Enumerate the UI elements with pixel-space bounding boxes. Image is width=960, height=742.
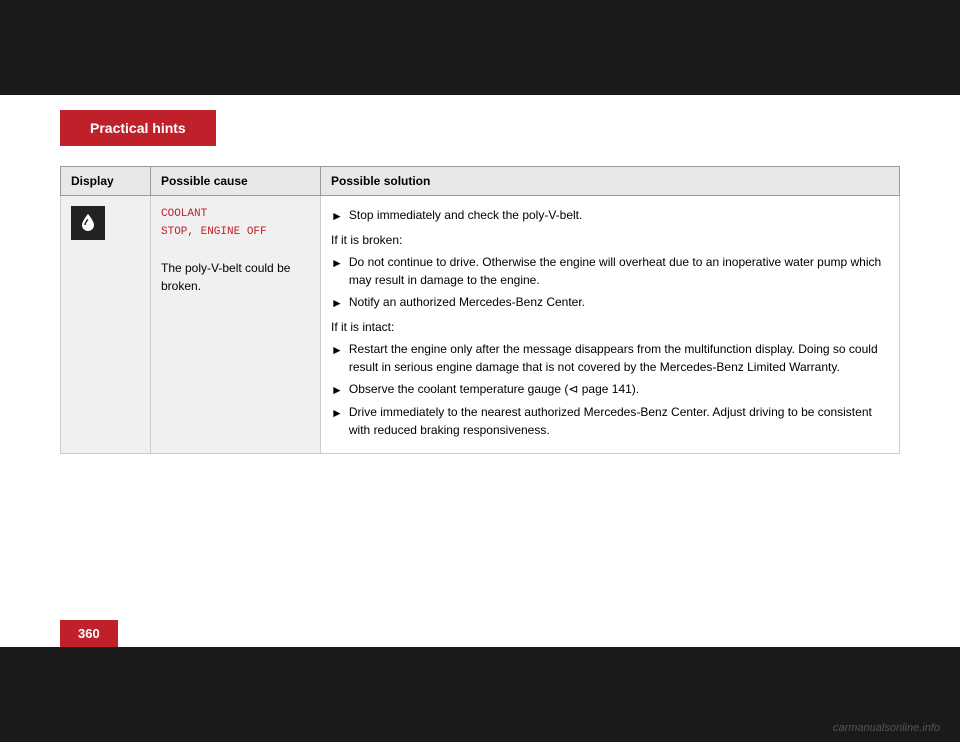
bottom-bar: carmanualsonline.info: [0, 647, 960, 742]
bullet-arrow-4: ►: [331, 294, 343, 312]
condition-broken: If it is broken:: [331, 231, 889, 249]
table-row: COOLANT STOP, ENGINE OFF The poly-V-belt…: [61, 196, 900, 454]
solution-text-7: Observe the coolant temperature gauge (⊲…: [349, 380, 889, 398]
condition-intact: If it is intact:: [331, 318, 889, 336]
col-cause: Possible cause: [151, 167, 321, 196]
main-table: Display Possible cause Possible solution: [60, 166, 900, 454]
coolant-icon-svg: [75, 210, 101, 236]
col-solution: Possible solution: [321, 167, 900, 196]
solution-item-8: ► Drive immediately to the nearest autho…: [331, 403, 889, 439]
section-header: Practical hints: [60, 110, 216, 146]
solution-text-6: Restart the engine only after the messag…: [349, 340, 889, 376]
solution-item-3: ► Do not continue to drive. Otherwise th…: [331, 253, 889, 289]
cause-text: The poly-V-belt could be broken.: [161, 261, 290, 293]
col-display: Display: [61, 167, 151, 196]
solution-item-7: ► Observe the coolant temperature gauge …: [331, 380, 889, 399]
bullet-arrow-3: ►: [331, 254, 343, 272]
page-number: 360: [78, 626, 100, 641]
solution-item-4: ► Notify an authorized Mercedes-Benz Cen…: [331, 293, 889, 312]
solution-text-1: Stop immediately and check the poly-V-be…: [349, 206, 889, 224]
bullet-arrow-1: ►: [331, 207, 343, 225]
table-header-row: Display Possible cause Possible solution: [61, 167, 900, 196]
coolant-warning-icon: [71, 206, 105, 240]
main-content: Practical hints Display Possible cause P…: [0, 95, 960, 647]
bullet-arrow-7: ►: [331, 381, 343, 399]
section-header-label: Practical hints: [90, 120, 186, 136]
coolant-code: COOLANT STOP, ENGINE OFF: [161, 206, 310, 241]
page-number-badge: 360: [60, 620, 118, 647]
solution-text-3: Do not continue to drive. Otherwise the …: [349, 253, 889, 289]
bullet-arrow-8: ►: [331, 404, 343, 422]
cause-cell: COOLANT STOP, ENGINE OFF The poly-V-belt…: [151, 196, 321, 454]
solution-text-4: Notify an authorized Mercedes-Benz Cente…: [349, 293, 889, 311]
watermark-text: carmanualsonline.info: [833, 722, 940, 734]
top-bar: [0, 0, 960, 95]
page-container: Practical hints Display Possible cause P…: [0, 0, 960, 742]
solution-cell: ► Stop immediately and check the poly-V-…: [321, 196, 900, 454]
display-cell: [61, 196, 151, 454]
bullet-arrow-6: ►: [331, 341, 343, 359]
solution-item-1: ► Stop immediately and check the poly-V-…: [331, 206, 889, 225]
solution-text-8: Drive immediately to the nearest authori…: [349, 403, 889, 439]
solution-item-6: ► Restart the engine only after the mess…: [331, 340, 889, 376]
